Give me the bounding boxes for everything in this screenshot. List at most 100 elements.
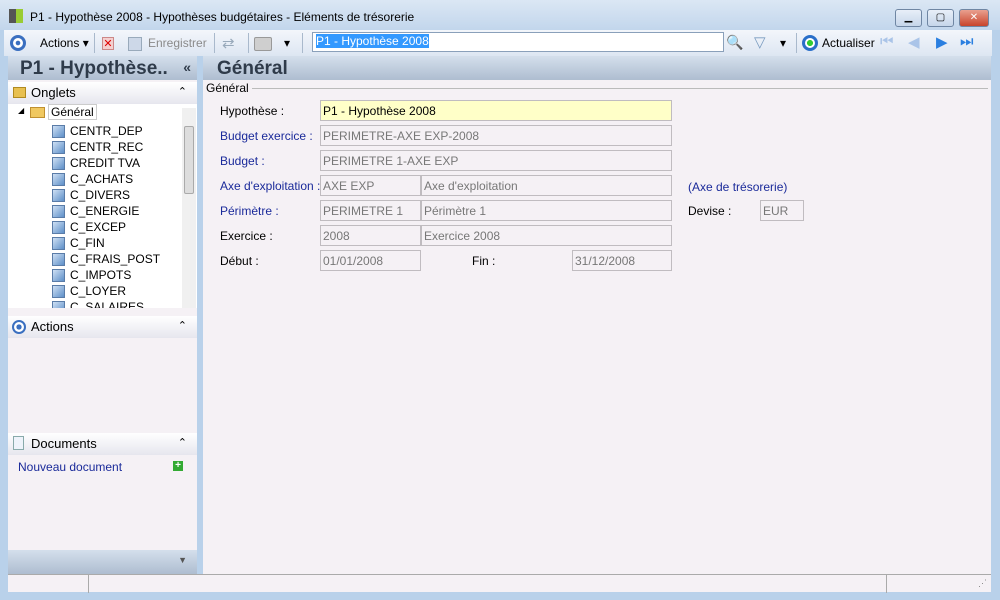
save-button[interactable]: Enregistrer	[148, 36, 207, 50]
budget-link[interactable]: Budget :	[220, 154, 265, 168]
tree-scrollbar[interactable]	[182, 108, 196, 308]
title-bar: P1 - Hypothèse 2008 - Hypothèses budgéta…	[0, 0, 1000, 30]
filter-dropdown-icon[interactable]: ▾	[780, 36, 786, 50]
fin-label: Fin :	[472, 254, 496, 268]
devise-field: EUR	[760, 200, 804, 221]
budget-exercice-link[interactable]: Budget exercice :	[220, 129, 313, 143]
new-document-link[interactable]: Nouveau document	[18, 460, 122, 474]
table-icon	[52, 205, 65, 218]
hypothese-input[interactable]: P1 - Hypothèse 2008	[320, 100, 672, 121]
table-icon	[52, 253, 65, 266]
refresh-icon[interactable]	[802, 35, 818, 51]
search-value: P1 - Hypothèse 2008	[316, 34, 429, 48]
tree-item[interactable]: C_SALAIRES	[52, 300, 145, 308]
collapse-icon[interactable]: ⌃	[178, 85, 187, 98]
perimetre-code-field: PERIMETRE 1	[320, 200, 421, 221]
status-divider	[88, 575, 89, 593]
tree-item[interactable]: C_ENERGIE	[52, 204, 140, 220]
tree-item-label: C_ENERGIE	[70, 204, 140, 218]
tree-item[interactable]: CENTR_DEP	[52, 124, 143, 140]
actions-label: Actions	[40, 36, 80, 50]
tree-item[interactable]: C_FIN	[52, 236, 105, 252]
first-record-icon[interactable]: ⏮	[880, 33, 894, 50]
separator	[214, 33, 215, 53]
tree-item[interactable]: CREDIT TVA	[52, 156, 140, 172]
status-bar: ⋰	[8, 574, 991, 593]
close-button[interactable]: ✕	[959, 9, 989, 27]
print-dropdown-icon[interactable]: ▾	[284, 36, 290, 50]
refresh-button[interactable]: Actualiser	[822, 36, 875, 50]
collapse-icon[interactable]: ⌃	[178, 319, 187, 332]
tree-item[interactable]: C_DIVERS	[52, 188, 130, 204]
scrollbar-thumb[interactable]	[184, 126, 194, 194]
collapse-sidebar-button[interactable]: «	[183, 59, 191, 75]
search-input[interactable]: P1 - Hypothèse 2008	[312, 32, 724, 52]
perimetre-name-field: Périmètre 1	[421, 200, 672, 221]
expand-icon[interactable]: ◢	[18, 106, 24, 115]
previous-record-icon[interactable]: ◀	[908, 33, 920, 51]
folder-icon	[13, 87, 26, 98]
table-icon	[52, 173, 65, 186]
sync-icon[interactable]: ⇄	[222, 34, 235, 52]
table-icon	[52, 189, 65, 202]
open-folder-icon	[30, 107, 45, 118]
perimetre-link[interactable]: Périmètre :	[220, 204, 279, 218]
next-record-icon[interactable]: ▶	[936, 33, 948, 51]
table-icon	[52, 237, 65, 250]
add-icon[interactable]: +	[173, 461, 183, 471]
app-icon	[9, 9, 23, 23]
sidebar-footer: ▼	[8, 550, 197, 574]
last-record-icon[interactable]: ⏭	[960, 33, 974, 50]
actions-panel-header[interactable]: Actions ⌃	[8, 316, 197, 338]
actions-icon	[12, 320, 26, 334]
axe-code-field: AXE EXP	[320, 175, 421, 196]
save-icon	[128, 37, 142, 51]
sidebar: P1 - Hypothèse.. « Onglets ⌃ ◢ Général C…	[8, 56, 197, 574]
resize-grip-icon[interactable]: ⋰	[978, 578, 987, 589]
axe-exploitation-link[interactable]: Axe d'exploitation :	[220, 179, 320, 193]
debut-field: 01/01/2008	[320, 250, 421, 271]
actions-panel-label: Actions	[31, 319, 74, 334]
sidebar-title: P1 - Hypothèse..	[20, 58, 168, 79]
group-divider	[208, 88, 988, 89]
separator	[302, 33, 303, 53]
tree-item-label: C_EXCEP	[70, 220, 127, 234]
print-icon[interactable]	[254, 37, 272, 51]
axe-name-field: Axe d'exploitation	[421, 175, 672, 196]
tree-item[interactable]: C_FRAIS_POST	[52, 252, 160, 268]
table-icon	[52, 285, 65, 298]
exercice-code-field: 2008	[320, 225, 421, 246]
menu-icon[interactable]	[10, 35, 26, 51]
tree-item-label: C_IMPOTS	[70, 268, 132, 282]
onglets-tree: ◢ Général CENTR_DEP CENTR_REC CREDIT TVA C_…	[8, 104, 197, 308]
tree-item[interactable]: C_LOYER	[52, 284, 126, 300]
onglets-label: Onglets	[31, 85, 76, 100]
delete-icon[interactable]: ✕	[102, 37, 114, 50]
maximize-button[interactable]: ▢	[927, 9, 954, 27]
chevron-down-icon[interactable]: ▼	[178, 555, 187, 565]
separator	[796, 33, 797, 53]
tree-item[interactable]: CENTR_REC	[52, 140, 144, 156]
budget-exercice-field: PERIMETRE-AXE EXP-2008	[320, 125, 672, 146]
separator	[248, 33, 249, 53]
table-icon	[52, 125, 65, 138]
tree-root-general[interactable]: Général	[48, 104, 97, 120]
page-title: Général	[203, 56, 991, 80]
actions-menu[interactable]: Actions ▾	[40, 36, 89, 50]
filter-icon[interactable]: ▽	[754, 33, 766, 51]
minimize-button[interactable]: ▁	[895, 9, 922, 27]
axe-tresorerie-link[interactable]: (Axe de trésorerie)	[688, 180, 787, 194]
documents-panel-header[interactable]: Documents ⌃	[8, 433, 197, 455]
tree-item-label: C_SALAIRES	[70, 300, 145, 308]
tree-item-label: CENTR_REC	[70, 140, 144, 154]
tree-item[interactable]: C_EXCEP	[52, 220, 127, 236]
status-divider	[886, 575, 887, 593]
collapse-icon[interactable]: ⌃	[178, 436, 187, 449]
tree-item[interactable]: C_IMPOTS	[52, 268, 132, 284]
table-icon	[52, 157, 65, 170]
tree-item[interactable]: C_ACHATS	[52, 172, 133, 188]
fin-field: 31/12/2008	[572, 250, 672, 271]
onglets-panel-header[interactable]: Onglets ⌃	[8, 82, 197, 104]
search-icon[interactable]: 🔍	[726, 34, 743, 51]
main-panel: Général Général Hypothèse : P1 - Hypothè…	[203, 56, 991, 574]
